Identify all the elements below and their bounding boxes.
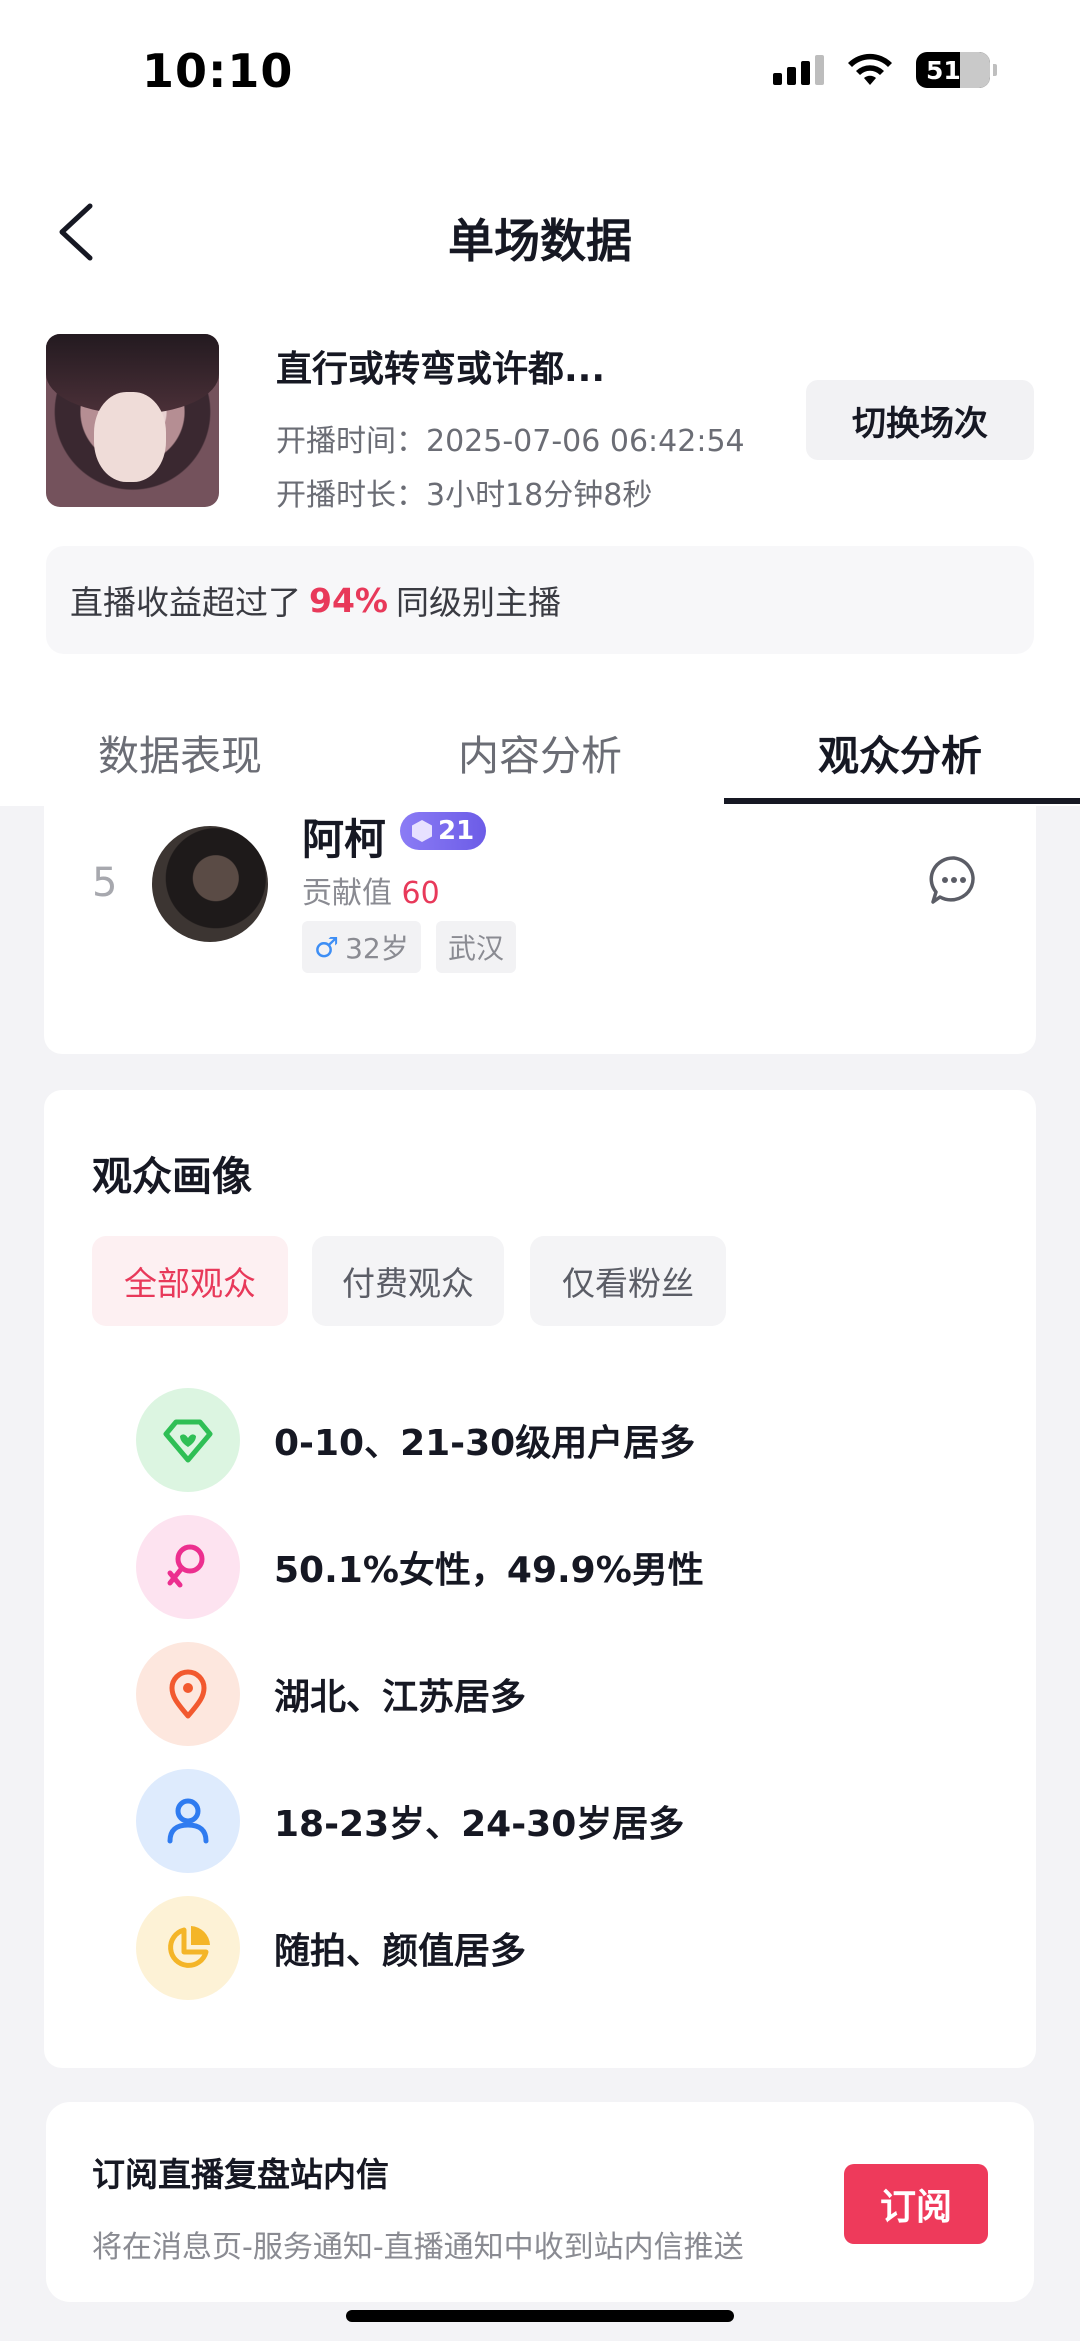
age-text: 32岁 bbox=[345, 932, 409, 965]
tab-bar: 数据表现 内容分析 观众分析 bbox=[0, 700, 1080, 806]
status-icons: 51 bbox=[773, 52, 997, 88]
rank-percent: 94% bbox=[309, 580, 388, 620]
diamond-heart-icon bbox=[136, 1388, 240, 1492]
profile-row-gender: 50.1%女性，49.9%男性 bbox=[136, 1515, 704, 1619]
profile-text-region: 湖北、江苏居多 bbox=[274, 1677, 527, 1718]
wifi-icon bbox=[848, 53, 892, 85]
tab-content-analysis[interactable]: 内容分析 bbox=[360, 700, 720, 806]
gender-age-tag: ♂ 32岁 bbox=[302, 921, 421, 973]
room-cover-image bbox=[46, 334, 219, 507]
pie-chart-icon bbox=[136, 1896, 240, 2000]
level-value: 21 bbox=[438, 816, 475, 846]
rank-prefix: 直播收益超过了 bbox=[70, 583, 301, 622]
profile-text-level: 0-10、21-30级用户居多 bbox=[274, 1423, 696, 1464]
tab-data-performance[interactable]: 数据表现 bbox=[0, 700, 360, 806]
male-icon: ♂ bbox=[314, 930, 340, 964]
filter-all-audience[interactable]: 全部观众 bbox=[92, 1236, 288, 1326]
contribution-label: 贡献值 bbox=[302, 876, 392, 911]
rank-banner: 直播收益超过了 94% 同级别主播 bbox=[46, 546, 1034, 654]
subscribe-description: 将在消息页-服务通知-直播通知中收到站内信推送 bbox=[92, 2230, 744, 2265]
filter-fans-only[interactable]: 仅看粉丝 bbox=[530, 1236, 726, 1326]
audience-profile-card: 观众画像 全部观众 付费观众 仅看粉丝 0-10、21-30级用户居多 50.1… bbox=[44, 1090, 1036, 2068]
contribution-value: 60 bbox=[401, 876, 440, 911]
user-icon bbox=[136, 1769, 240, 1873]
fan-list-card: 5 阿柯 21 贡献值 60 ♂ 32岁 武汉 bbox=[44, 806, 1036, 1054]
room-title: 直行或转弯或许都... bbox=[276, 349, 606, 390]
fan-rank: 5 bbox=[92, 860, 118, 906]
home-indicator[interactable] bbox=[346, 2310, 734, 2322]
profile-row-level: 0-10、21-30级用户居多 bbox=[136, 1388, 695, 1492]
profile-text-age: 18-23岁、24-30岁居多 bbox=[274, 1804, 685, 1845]
fan-name[interactable]: 阿柯 bbox=[302, 806, 386, 867]
location-pin-icon bbox=[136, 1642, 240, 1746]
battery-level: 51 bbox=[926, 55, 961, 85]
message-icon[interactable] bbox=[928, 854, 980, 906]
status-time: 10:10 bbox=[142, 44, 294, 98]
level-badge: 21 bbox=[400, 812, 486, 850]
page-title: 单场数据 bbox=[448, 214, 632, 268]
profile-text-gender: 50.1%女性，49.9%男性 bbox=[274, 1550, 704, 1591]
gem-icon bbox=[412, 820, 432, 842]
subscribe-title: 订阅直播复盘站内信 bbox=[92, 2155, 389, 2194]
fan-contribution: 贡献值 60 bbox=[302, 868, 440, 912]
cellular-signal-icon bbox=[773, 55, 824, 85]
avatar[interactable] bbox=[152, 826, 268, 942]
profile-row-age: 18-23岁、24-30岁居多 bbox=[136, 1769, 684, 1873]
switch-session-button[interactable]: 切换场次 bbox=[806, 380, 1034, 460]
profile-row-region: 湖北、江苏居多 bbox=[136, 1642, 526, 1746]
profile-text-interest: 随拍、颜值居多 bbox=[274, 1931, 527, 1972]
room-duration: 开播时长：3小时18分钟8秒 bbox=[276, 478, 653, 513]
subscribe-button[interactable]: 订阅 bbox=[844, 2164, 988, 2244]
battery-icon: 51 bbox=[916, 52, 997, 88]
female-icon bbox=[136, 1515, 240, 1619]
tab-audience-analysis[interactable]: 观众分析 bbox=[720, 700, 1080, 806]
filter-paying-audience[interactable]: 付费观众 bbox=[312, 1236, 504, 1326]
subscribe-card: 订阅直播复盘站内信 将在消息页-服务通知-直播通知中收到站内信推送 订阅 bbox=[46, 2102, 1034, 2302]
city-tag: 武汉 bbox=[436, 921, 517, 973]
profile-title: 观众画像 bbox=[92, 1154, 252, 1200]
profile-row-interest: 随拍、颜值居多 bbox=[136, 1896, 526, 2000]
rank-suffix: 同级别主播 bbox=[396, 583, 561, 622]
room-start-time: 开播时间：2025-07-06 06:42:54 bbox=[276, 424, 745, 459]
